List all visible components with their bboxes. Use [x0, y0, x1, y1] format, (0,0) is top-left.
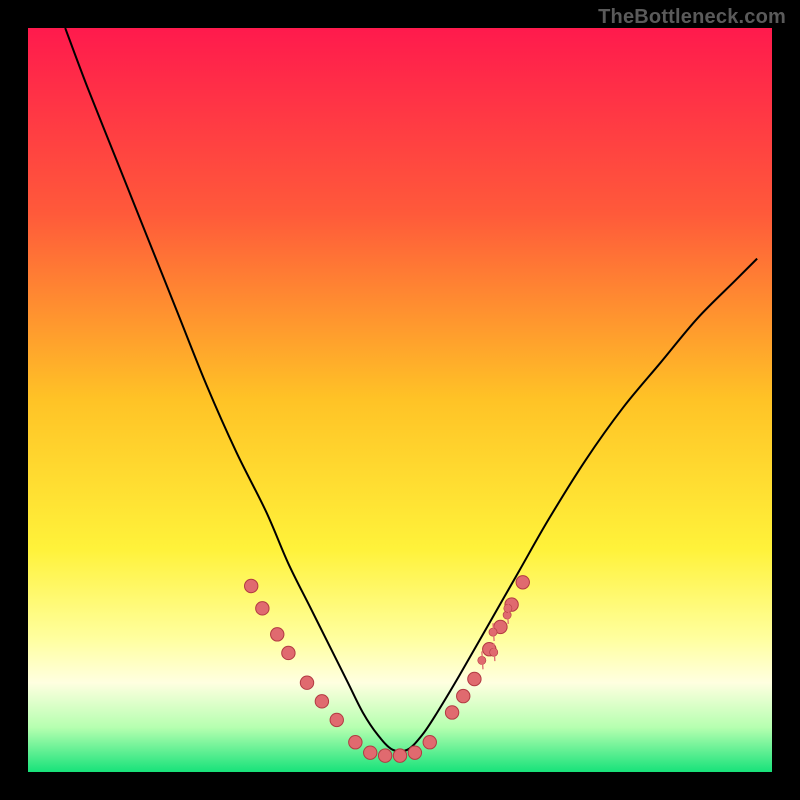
curve-marker — [378, 749, 391, 762]
gradient-background — [28, 28, 772, 772]
curve-marker — [468, 672, 481, 685]
chart-svg — [28, 28, 772, 772]
curve-marker — [408, 746, 421, 759]
curve-marker — [457, 689, 470, 702]
curve-marker — [245, 579, 258, 592]
curve-marker — [393, 749, 406, 762]
curve-marker — [282, 646, 295, 659]
curve-marker — [423, 736, 436, 749]
curve-marker — [315, 695, 328, 708]
curve-marker — [271, 628, 284, 641]
watermark-text: TheBottleneck.com — [598, 6, 786, 29]
curve-marker — [516, 576, 529, 589]
curve-marker — [300, 676, 313, 689]
curve-marker — [349, 736, 362, 749]
curve-marker — [364, 746, 377, 759]
curve-marker — [330, 713, 343, 726]
plot-area — [28, 28, 772, 772]
curve-marker — [445, 706, 458, 719]
curve-marker — [256, 602, 269, 615]
chart-frame: TheBottleneck.com — [0, 0, 800, 800]
